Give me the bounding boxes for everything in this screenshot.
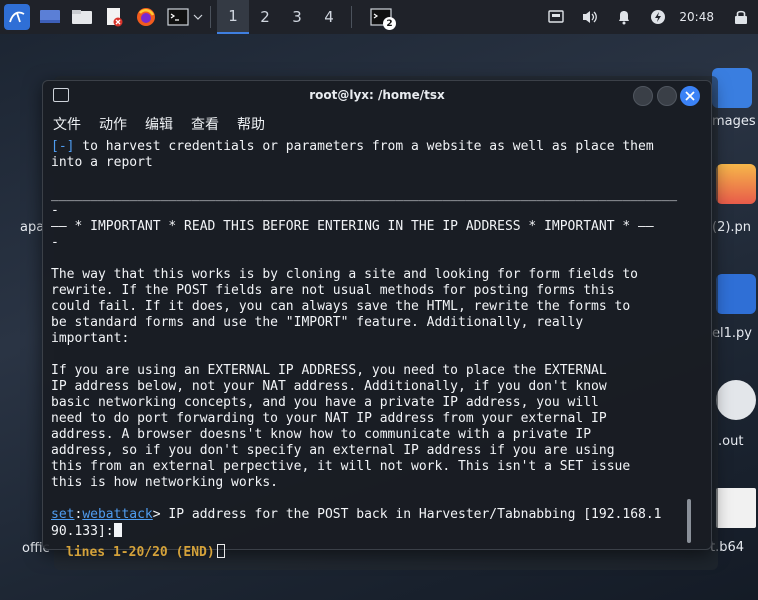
show-desktop-icon[interactable] bbox=[38, 5, 62, 29]
desktop-folder-icon[interactable] bbox=[712, 68, 752, 108]
minimize-button[interactable] bbox=[633, 86, 653, 106]
taskbar-terminal-button[interactable]: 2 bbox=[366, 5, 396, 30]
system-tray: 20:48 bbox=[539, 0, 758, 34]
output-line: to harvest credentials or parameters fro… bbox=[74, 139, 654, 154]
terminal-window[interactable]: root@lyx: /home/tsx 文件 动作 编辑 查看 帮助 [-] t… bbox=[42, 80, 712, 550]
workspace-1[interactable]: 1 bbox=[217, 0, 249, 34]
terminal-launcher-icon[interactable] bbox=[166, 5, 190, 29]
window-titlebar[interactable]: root@lyx: /home/tsx bbox=[43, 81, 711, 111]
desktop-label-out: .out bbox=[718, 434, 744, 449]
menu-actions[interactable]: 动作 bbox=[97, 114, 129, 134]
workspace-4[interactable]: 4 bbox=[313, 0, 345, 34]
maximize-button[interactable] bbox=[657, 86, 677, 106]
info-paragraph: The way that this works is by cloning a … bbox=[51, 267, 638, 346]
pager-status-line: lines 1-20/20 (END) bbox=[66, 544, 225, 560]
gear-icon[interactable] bbox=[716, 380, 756, 420]
pager-cursor bbox=[216, 544, 225, 558]
menu-file[interactable]: 文件 bbox=[51, 114, 83, 134]
workspace-3[interactable]: 3 bbox=[281, 0, 313, 34]
kali-menu-icon[interactable] bbox=[4, 4, 30, 30]
panel-separator bbox=[210, 6, 211, 28]
menu-view[interactable]: 查看 bbox=[189, 114, 221, 134]
prompt-module: webattack bbox=[82, 507, 153, 522]
panel-separator bbox=[351, 6, 352, 28]
clock[interactable]: 20:48 bbox=[679, 10, 714, 24]
separator-rule: ________________________________________… bbox=[51, 187, 678, 218]
menu-edit[interactable]: 编辑 bbox=[143, 114, 175, 134]
info-paragraph: If you are using an EXTERNAL IP ADDRESS,… bbox=[51, 363, 631, 490]
file-manager-icon[interactable] bbox=[70, 5, 94, 29]
network-icon[interactable] bbox=[544, 5, 568, 29]
text-cursor bbox=[113, 523, 122, 537]
prompt-set: set bbox=[51, 507, 75, 522]
desktop-label-apa: apa bbox=[20, 220, 45, 235]
volume-icon[interactable] bbox=[578, 5, 602, 29]
top-panel: 1 2 3 4 2 20:48 bbox=[0, 0, 758, 34]
notification-bell-icon[interactable] bbox=[612, 5, 636, 29]
window-title: root@lyx: /home/tsx bbox=[309, 88, 445, 102]
python-file-icon[interactable] bbox=[716, 274, 756, 314]
lock-screen-icon[interactable] bbox=[729, 5, 753, 29]
text-editor-icon[interactable] bbox=[102, 5, 126, 29]
window-count-badge: 2 bbox=[383, 17, 396, 30]
close-button[interactable] bbox=[680, 86, 700, 106]
output-line: into a report bbox=[51, 155, 153, 170]
terminal-output[interactable]: [-] to harvest credentials or parameters… bbox=[51, 139, 681, 539]
menu-help[interactable]: 帮助 bbox=[235, 114, 267, 134]
menu-bar: 文件 动作 编辑 查看 帮助 bbox=[51, 114, 281, 134]
important-banner: —— * IMPORTANT * READ THIS BEFORE ENTERI… bbox=[51, 219, 654, 250]
scrollbar-thumb[interactable] bbox=[687, 499, 691, 543]
dropdown-arrow-icon[interactable] bbox=[192, 5, 204, 29]
power-manager-icon[interactable] bbox=[646, 5, 670, 29]
text-file-icon[interactable] bbox=[716, 488, 756, 528]
info-tag: [-] bbox=[51, 139, 75, 154]
desktop-image-icon[interactable] bbox=[716, 164, 756, 204]
desktop-label-images: mages bbox=[712, 114, 756, 129]
close-icon bbox=[685, 91, 695, 101]
workspace-2[interactable]: 2 bbox=[249, 0, 281, 34]
firefox-icon[interactable] bbox=[134, 5, 158, 29]
